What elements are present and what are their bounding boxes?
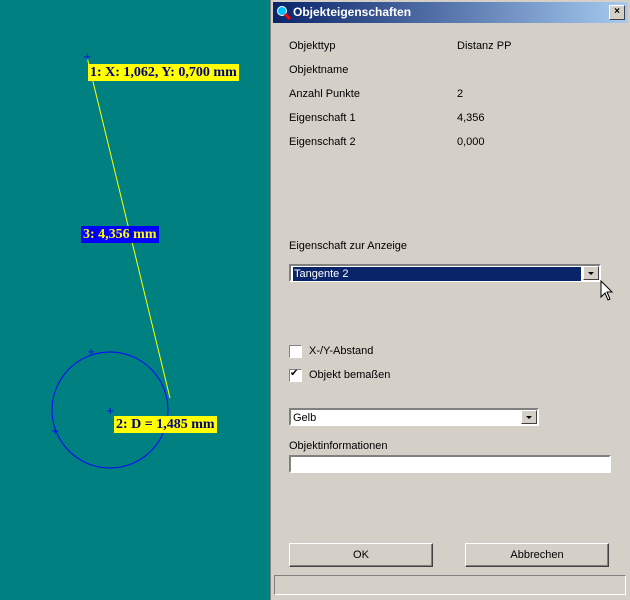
display-property-select[interactable]: Tangente 2	[289, 264, 601, 282]
prop-value-anzahl-punkte: 2	[457, 88, 464, 100]
distance-label[interactable]: 3: 4,356 mm	[81, 226, 159, 243]
line-start-marker: +	[83, 52, 91, 63]
prop-value-eigenschaft-1: 4,356	[457, 112, 485, 124]
dialog-title: Objekteigenschaften	[293, 5, 412, 19]
circle-point-marker: +	[51, 426, 59, 437]
xy-distance-checkbox[interactable]	[289, 345, 302, 358]
object-info-input[interactable]	[289, 455, 611, 473]
dimension-object-checkbox[interactable]	[289, 368, 302, 382]
dimension-object-label[interactable]: Objekt bemaßen	[309, 369, 390, 381]
display-property-value: Tangente 2	[293, 267, 581, 281]
drawing-canvas[interactable]: + + + + 1: X: 1,062, Y: 0,700 mm 3: 4,35…	[0, 0, 270, 600]
prop-value-eigenschaft-2: 0,000	[457, 136, 485, 148]
color-select[interactable]: Gelb	[289, 408, 539, 426]
point1-label[interactable]: 1: X: 1,062, Y: 0,700 mm	[88, 64, 239, 81]
chevron-down-icon[interactable]	[521, 410, 537, 424]
prop-label-anzahl-punkte: Anzahl Punkte	[289, 88, 360, 100]
mouse-pointer-icon	[600, 280, 614, 301]
chevron-down-icon[interactable]	[583, 266, 599, 280]
cancel-button[interactable]: Abbrechen	[465, 543, 609, 567]
status-bar	[274, 575, 626, 595]
prop-label-objekttyp: Objekttyp	[289, 40, 336, 52]
prop-label-eigenschaft-2: Eigenschaft 2	[289, 136, 356, 148]
object-info-label: Objektinformationen	[289, 440, 388, 452]
circle-diameter-label[interactable]: 2: D = 1,485 mm	[114, 416, 217, 433]
ok-button[interactable]: OK	[289, 543, 433, 567]
color-select-value: Gelb	[293, 412, 317, 424]
prop-label-objektname: Objektname	[289, 64, 349, 76]
magnifier-icon	[277, 6, 291, 20]
circle-point-marker: +	[87, 347, 95, 358]
dialog-titlebar[interactable]: Objekteigenschaften ×	[273, 2, 628, 23]
prop-label-eigenschaft-1: Eigenschaft 1	[289, 112, 356, 124]
display-property-label: Eigenschaft zur Anzeige	[289, 240, 408, 252]
xy-distance-label[interactable]: X-/Y-Abstand	[309, 345, 373, 357]
drawing-svg: + + + +	[51, 52, 171, 469]
close-button[interactable]: ×	[609, 5, 625, 20]
prop-value-objekttyp: Distanz PP	[457, 40, 512, 52]
object-properties-dialog: Objekteigenschaften × Objekttyp Distanz …	[270, 0, 630, 600]
